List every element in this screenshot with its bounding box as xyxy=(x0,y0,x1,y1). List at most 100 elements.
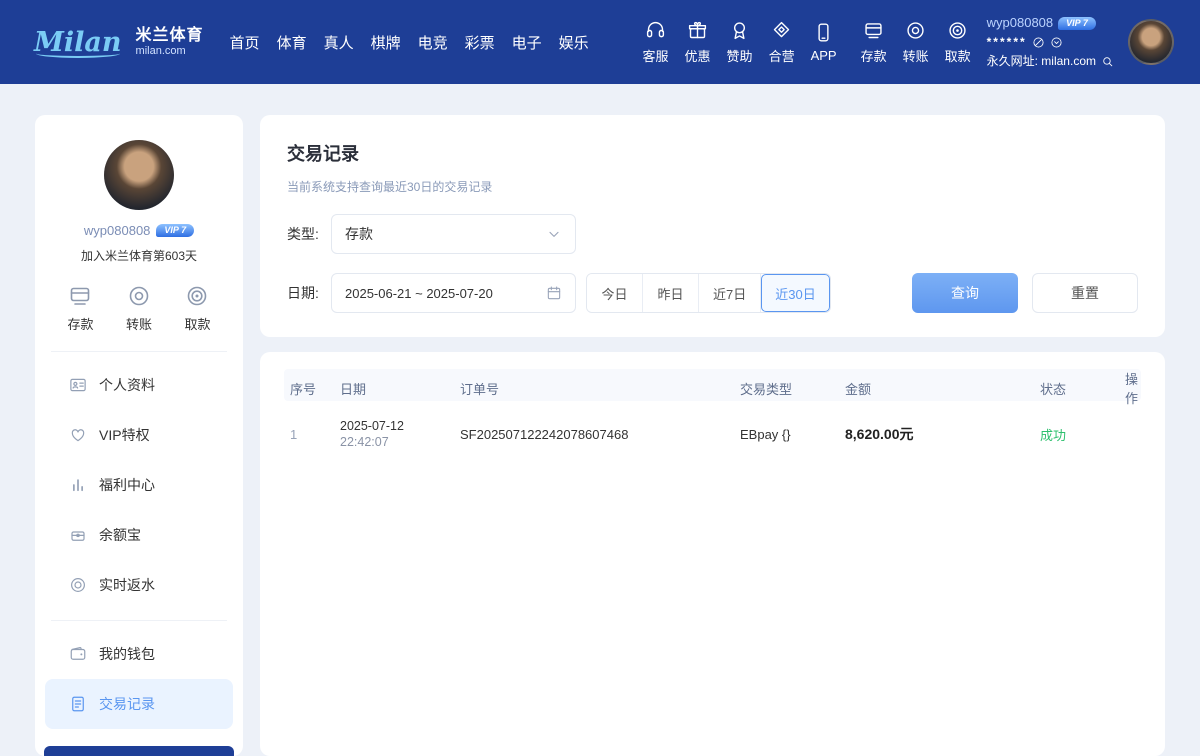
quick-label: 合营 xyxy=(769,46,795,65)
table-header-no: 序号 xyxy=(290,379,340,398)
wallet-action-label: 存款 xyxy=(67,314,93,333)
vip-badge: VIP 7 xyxy=(1058,17,1096,31)
type-select-value: 存款 xyxy=(345,224,373,244)
sidebar-item-yuebao[interactable]: 余额宝 xyxy=(45,510,233,560)
status-badge: 成功 xyxy=(1040,425,1125,444)
quick-label: 取款 xyxy=(945,46,971,65)
quick-item-sponsor[interactable]: 赞助 xyxy=(727,20,753,65)
quick-item-partner[interactable]: 合营 xyxy=(769,20,795,65)
quick-item-withdraw[interactable]: 取款 xyxy=(945,20,971,65)
nav-item-entertainment[interactable]: 娱乐 xyxy=(559,32,589,53)
transaction-table-card: 序号 日期 订单号 交易类型 金额 状态 操作 1 2025-07-12 22:… xyxy=(260,352,1165,756)
quick-item-customer-service[interactable]: 客服 xyxy=(643,20,669,65)
wallet-action-label: 转账 xyxy=(126,314,152,333)
quick-label: 客服 xyxy=(643,46,669,65)
sidebar-peek-bar xyxy=(44,746,234,756)
nav-item-esports[interactable]: 电竞 xyxy=(418,32,448,53)
table-header-order: 订单号 xyxy=(460,379,740,398)
vip-badge: VIP 7 xyxy=(156,224,194,238)
cell-no: 1 xyxy=(290,427,340,442)
top-navbar: Milan 米兰体育 milan.com 首页 体育 真人 棋牌 电竞 彩票 电… xyxy=(0,0,1200,84)
wallet-action-deposit[interactable]: 存款 xyxy=(67,284,93,333)
sidebar-divider xyxy=(51,620,227,621)
page-subtitle: 当前系统支持查询最近30日的交易记录 xyxy=(287,178,1138,195)
transfer-icon xyxy=(905,20,926,41)
calendar-icon xyxy=(546,285,562,301)
nav-item-home[interactable]: 首页 xyxy=(230,32,260,53)
table-header-date: 日期 xyxy=(340,379,460,398)
wallet-icon xyxy=(69,645,87,663)
site-url: 永久网址: milan.com xyxy=(987,52,1096,71)
quick-label: 存款 xyxy=(861,46,887,65)
quick-label: 赞助 xyxy=(727,46,753,65)
wallet-action-withdraw[interactable]: 取款 xyxy=(184,284,210,333)
table-header: 序号 日期 订单号 交易类型 金额 状态 操作 xyxy=(284,369,1141,401)
type-select[interactable]: 存款 xyxy=(331,214,576,254)
refresh-circle-icon[interactable] xyxy=(1050,36,1063,49)
bank-card-icon xyxy=(863,20,884,41)
main-content: 交易记录 当前系统支持查询最近30日的交易记录 类型: 存款 日期: 2025-… xyxy=(260,115,1165,756)
id-card-icon xyxy=(69,376,87,394)
profile-joined-days: 加入米兰体育第603天 xyxy=(81,247,197,264)
withdraw-icon xyxy=(185,284,209,308)
reset-button[interactable]: 重置 xyxy=(1032,273,1138,313)
nav-item-live[interactable]: 真人 xyxy=(324,32,354,53)
sidebar-menu: 个人资料 VIP特权 福利中心 余额宝 实时返水 xyxy=(35,360,243,610)
ticket-icon xyxy=(771,20,792,41)
sidebar-item-transactions[interactable]: 交易记录 xyxy=(45,679,233,729)
wallet-actions: 存款 转账 取款 xyxy=(35,284,243,333)
brand-logo-text: 米兰体育 milan.com xyxy=(136,26,204,58)
range-yesterday-button[interactable]: 昨日 xyxy=(643,274,699,312)
heart-icon xyxy=(69,426,87,444)
user-avatar[interactable] xyxy=(1128,19,1174,65)
quick-item-promotions[interactable]: 优惠 xyxy=(685,20,711,65)
range-today-button[interactable]: 今日 xyxy=(587,274,643,312)
nav-item-slots[interactable]: 电子 xyxy=(512,32,542,53)
quick-label: APP xyxy=(811,48,837,63)
quick-label: 优惠 xyxy=(685,46,711,65)
nav-item-sports[interactable]: 体育 xyxy=(277,32,307,53)
user-info: wyp080808 VIP 7 ****** 永久网址: milan.com xyxy=(987,13,1114,70)
range-30days-button[interactable]: 近30日 xyxy=(761,274,829,312)
eye-off-icon[interactable] xyxy=(1032,36,1045,49)
sidebar-item-profile[interactable]: 个人资料 xyxy=(45,360,233,410)
profile-sidebar: wyp080808 VIP 7 加入米兰体育第603天 存款 转账 取款 个人资… xyxy=(35,115,243,756)
cell-transaction-type: EBpay {} xyxy=(740,427,845,442)
masked-balance: ****** xyxy=(987,33,1027,52)
nav-item-lottery[interactable]: 彩票 xyxy=(465,32,495,53)
cell-date-day: 2025-07-12 xyxy=(340,419,460,433)
cell-amount: 8,620.00元 xyxy=(845,424,1040,444)
transfer-icon xyxy=(127,284,151,308)
treasure-box-icon xyxy=(69,526,87,544)
quick-item-transfer[interactable]: 转账 xyxy=(903,20,929,65)
quick-label: 转账 xyxy=(903,46,929,65)
sidebar-item-vip[interactable]: VIP特权 xyxy=(45,410,233,460)
cell-date: 2025-07-12 22:42:07 xyxy=(340,419,460,449)
cell-order-number: SF202507122242078607468 xyxy=(460,427,740,442)
search-button[interactable]: 查询 xyxy=(912,273,1018,313)
brand-logo[interactable]: Milan 米兰体育 milan.com xyxy=(34,26,204,58)
brand-logo-script: Milan xyxy=(34,27,126,58)
table-header-status: 状态 xyxy=(1040,379,1125,398)
date-filter-row: 日期: 2025-06-21 ~ 2025-07-20 今日 昨日 近7日 近3… xyxy=(287,273,1138,313)
withdraw-icon xyxy=(947,20,968,41)
nav-item-chess[interactable]: 棋牌 xyxy=(371,32,401,53)
date-range-input[interactable]: 2025-06-21 ~ 2025-07-20 xyxy=(331,273,576,313)
bank-card-icon xyxy=(68,284,92,308)
page-body: wyp080808 VIP 7 加入米兰体育第603天 存款 转账 取款 个人资… xyxy=(0,84,1200,756)
wallet-action-label: 取款 xyxy=(184,314,210,333)
quick-item-deposit[interactable]: 存款 xyxy=(861,20,887,65)
magnifier-icon[interactable] xyxy=(1101,55,1114,68)
range-7days-button[interactable]: 近7日 xyxy=(699,274,761,312)
brand-domain: milan.com xyxy=(136,45,204,58)
brand-name-cn: 米兰体育 xyxy=(136,26,204,45)
sidebar-item-benefits[interactable]: 福利中心 xyxy=(45,460,233,510)
wallet-action-transfer[interactable]: 转账 xyxy=(126,284,152,333)
quick-item-app[interactable]: APP xyxy=(811,22,837,63)
username: wyp080808 xyxy=(987,13,1054,33)
sidebar-item-label: 福利中心 xyxy=(99,475,155,495)
table-header-type: 交易类型 xyxy=(740,379,845,398)
sidebar-item-rebate[interactable]: 实时返水 xyxy=(45,560,233,610)
sidebar-item-wallet[interactable]: 我的钱包 xyxy=(45,629,233,679)
quick-range-group: 今日 昨日 近7日 近30日 xyxy=(586,273,831,313)
